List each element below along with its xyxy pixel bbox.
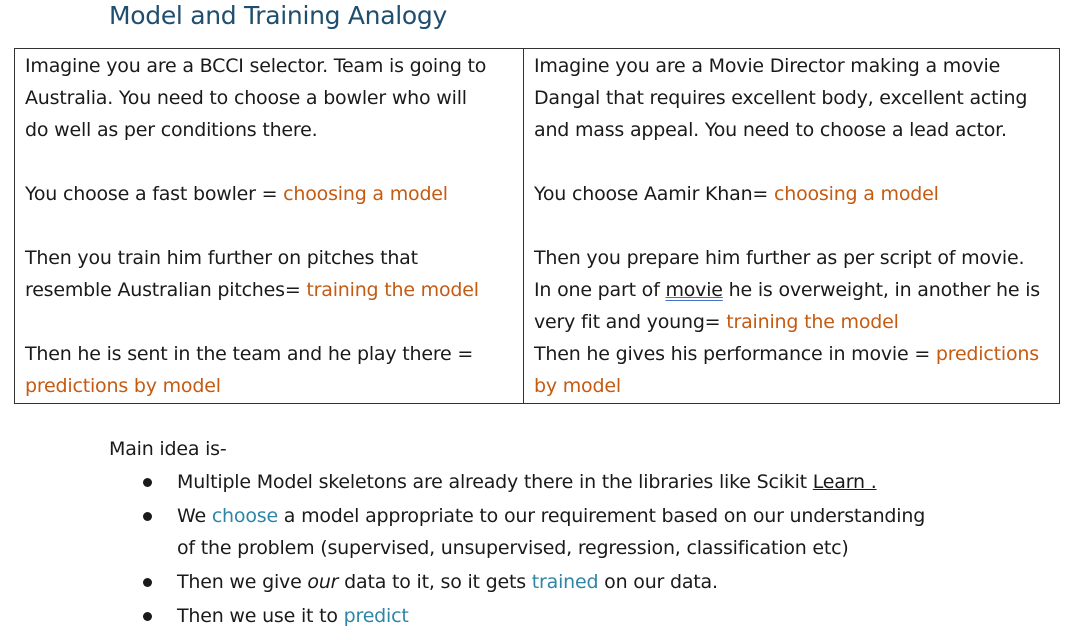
highlight-choosing-model: choosing a model <box>283 183 448 205</box>
highlight-predict: predict <box>343 605 409 627</box>
text-line: do well as per conditions there. <box>25 119 318 141</box>
highlight-choose: choose <box>211 505 278 527</box>
text: resemble Australian pitches= <box>25 279 307 301</box>
analogy-table: Imagine you are a BCCI selector. Team is… <box>14 48 1060 404</box>
text-line: resemble Australian pitches= training th… <box>25 274 513 306</box>
highlight-trained: trained <box>531 571 599 593</box>
text: Then he gives his performance in movie = <box>534 343 936 365</box>
text-line: Imagine you are a Movie Director making … <box>534 55 1001 77</box>
text: he is overweight, in another he is <box>722 279 1041 301</box>
highlight-predictions: predictions <box>935 343 1039 365</box>
text-line: Imagine you are a BCCI selector. Team is… <box>25 55 487 77</box>
movie-analogy-cell: Imagine you are a Movie Director making … <box>523 48 1060 404</box>
bullet-icon <box>143 478 152 487</box>
text-line: and mass appeal. You need to choose a le… <box>534 119 1007 141</box>
text-line: You choose Aamir Khan= choosing a model <box>534 178 1049 210</box>
highlight-by-model: by model <box>534 375 621 397</box>
text-line: In one part of movie he is overweight, i… <box>534 274 1049 306</box>
cricket-analogy-cell: Imagine you are a BCCI selector. Team is… <box>14 48 524 404</box>
text-line: Then he is sent in the team and he play … <box>25 343 474 365</box>
text-line: of the problem (supervised, unsupervised… <box>177 537 849 559</box>
text: data to it, so it gets <box>338 571 532 593</box>
text-line: Australia. You need to choose a bowler w… <box>25 87 467 109</box>
list-item: Multiple Model skeletons are already the… <box>140 466 925 498</box>
list-item: We choose a model appropriate to our req… <box>140 500 925 564</box>
text-line: Then you prepare him further as per scri… <box>534 247 1025 269</box>
text: a model appropriate to our requirement b… <box>277 505 926 527</box>
highlight-training-model: training the model <box>726 311 899 333</box>
text: very fit and young= <box>534 311 727 333</box>
text-line: Dangal that requires excellent body, exc… <box>534 87 1028 109</box>
text: Then we give <box>177 571 308 593</box>
bullet-icon <box>143 578 152 587</box>
scikit-learn-link[interactable]: Learn . <box>813 471 877 493</box>
text-line: Then you train him further on pitches th… <box>25 247 418 269</box>
movie-link[interactable]: movie <box>665 279 723 301</box>
text: You choose Aamir Khan= <box>534 183 774 205</box>
text: We <box>177 505 212 527</box>
table-row: Imagine you are a BCCI selector. Team is… <box>14 48 1060 404</box>
highlight-predictions: predictions by model <box>25 375 221 397</box>
text: on our data. <box>598 571 718 593</box>
text-line: You choose a fast bowler = choosing a mo… <box>25 178 513 210</box>
text-line: very fit and young= training the model <box>534 306 1049 338</box>
text: Then we use it to <box>177 605 344 627</box>
text: Multiple Model skeletons are already the… <box>177 471 813 493</box>
text-line: Then he gives his performance in movie =… <box>534 338 1049 370</box>
highlight-training-model: training the model <box>306 279 479 301</box>
list-item: Then we give our data to it, so it gets … <box>140 566 925 598</box>
bullet-icon <box>143 612 152 621</box>
italic-our: our <box>307 571 339 593</box>
highlight-choosing-model: choosing a model <box>773 183 939 205</box>
page-title: Model and Training Analogy <box>109 1 447 30</box>
text: In one part of <box>534 279 666 301</box>
main-idea-heading: Main idea is- <box>109 438 227 460</box>
bullet-icon <box>143 512 152 521</box>
main-idea-list: Multiple Model skeletons are already the… <box>140 466 925 634</box>
list-item: Then we use it to predict <box>140 600 925 632</box>
text: You choose a fast bowler = <box>25 183 284 205</box>
